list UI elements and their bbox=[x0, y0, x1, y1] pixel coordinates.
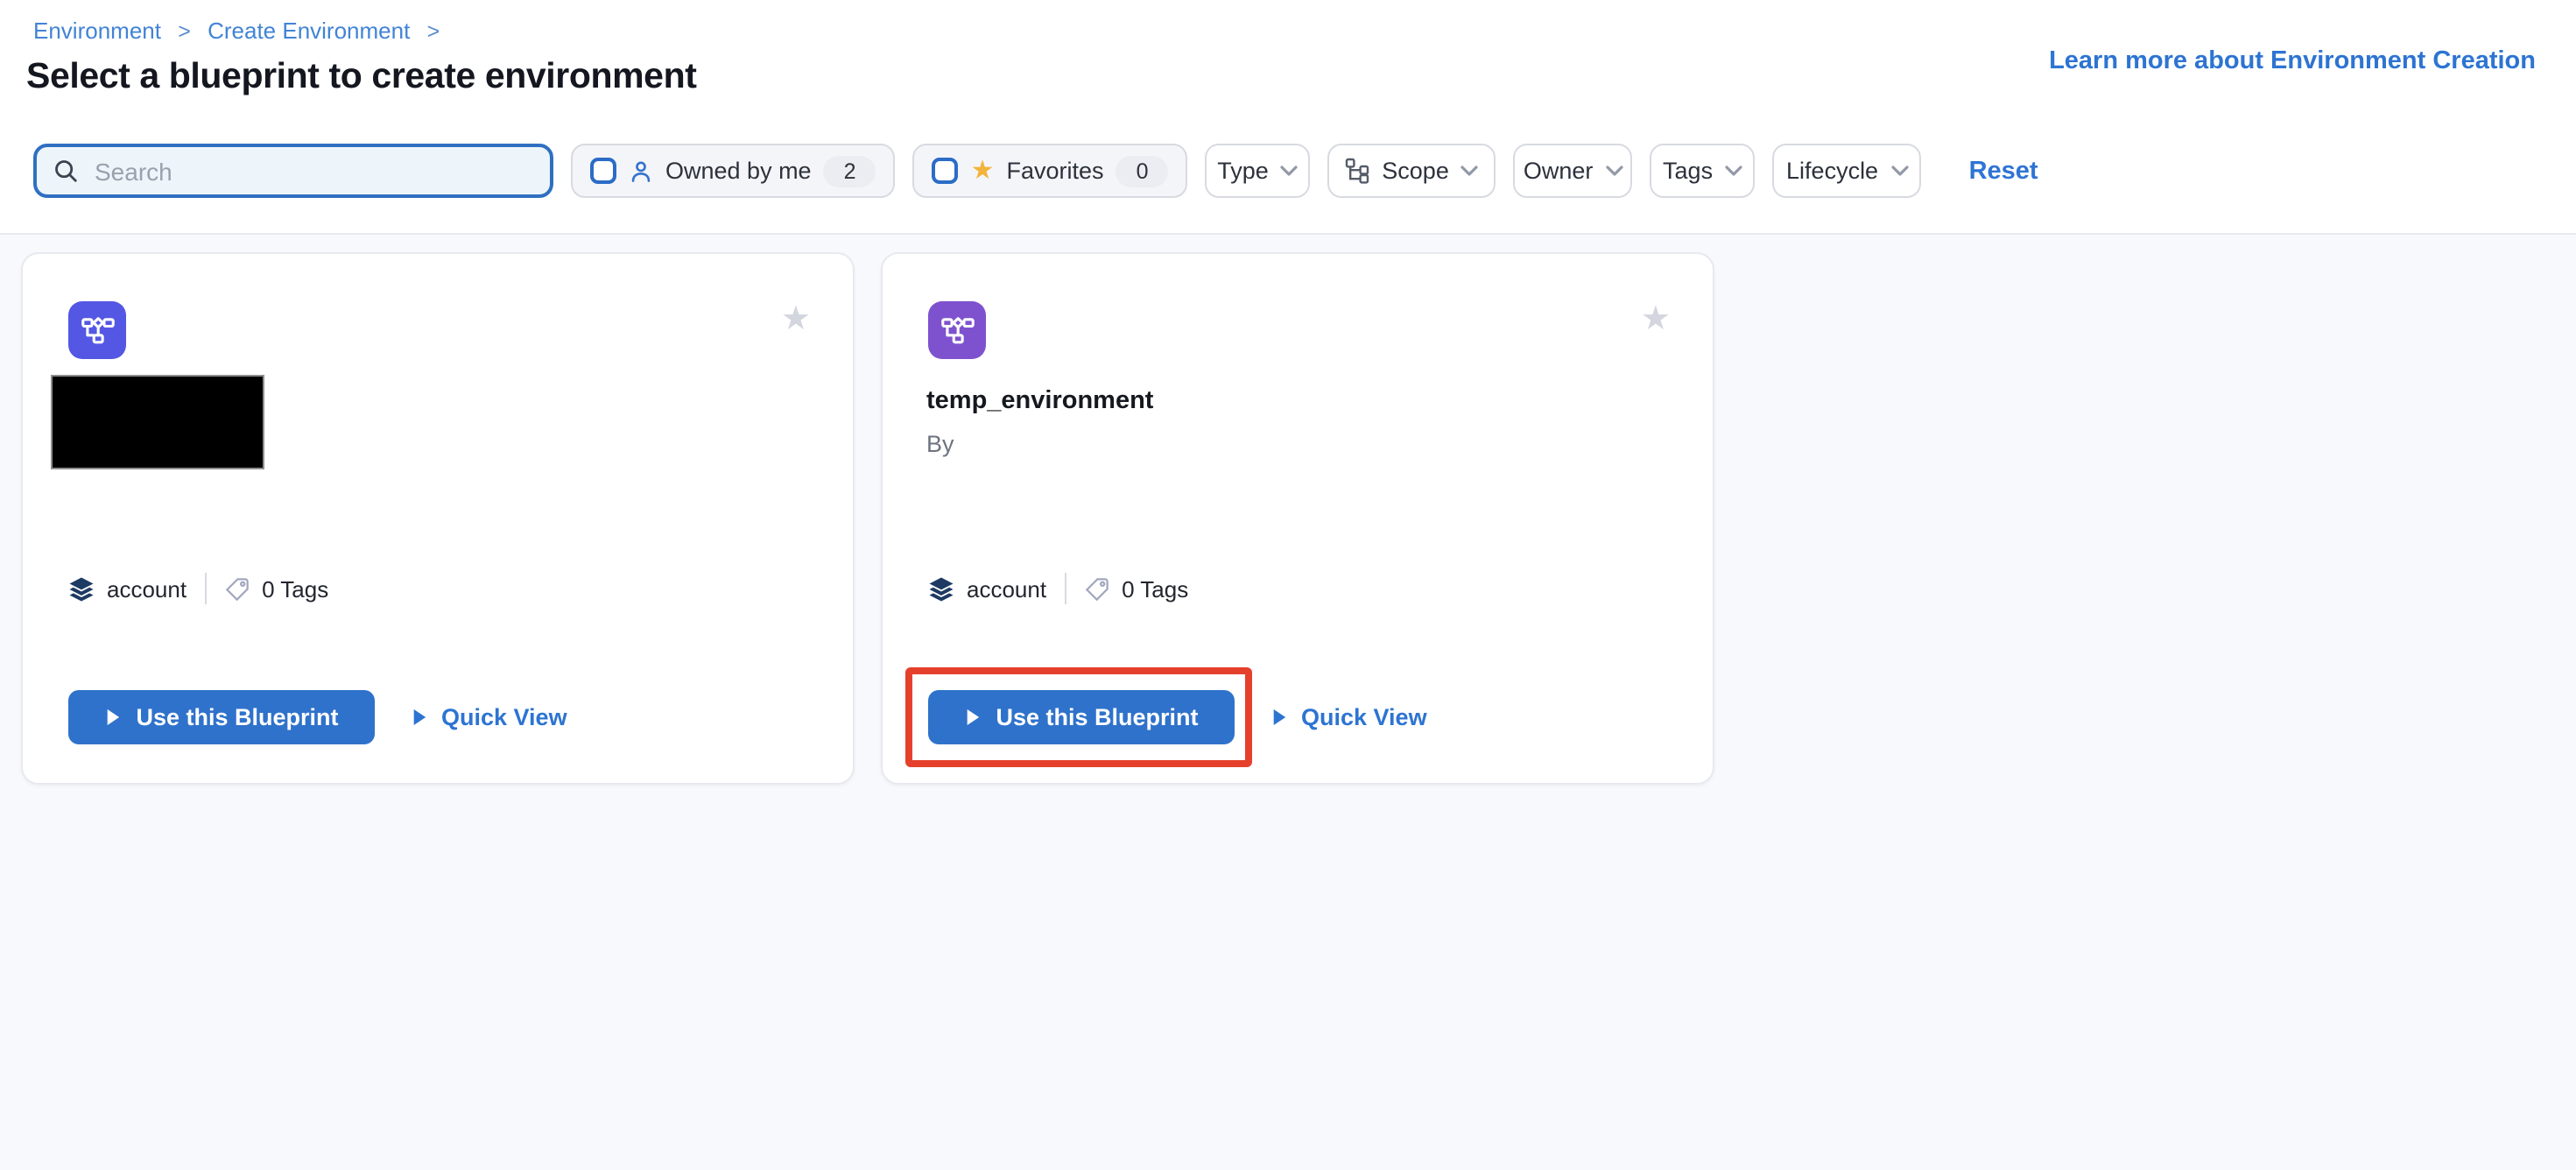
blueprint-name: temp_environment bbox=[926, 387, 1153, 415]
tags-dropdown[interactable]: Tags bbox=[1650, 144, 1756, 198]
favorite-toggle-icon[interactable]: ★ bbox=[1641, 303, 1671, 336]
card-meta-row: account 0 Tags bbox=[68, 573, 328, 604]
play-icon bbox=[1271, 708, 1287, 727]
owned-by-me-checkbox[interactable] bbox=[590, 158, 616, 184]
owned-by-me-count-badge: 2 bbox=[824, 155, 876, 187]
search-input[interactable] bbox=[91, 155, 534, 187]
quick-view-label: Quick View bbox=[1301, 704, 1427, 730]
quick-view-label: Quick View bbox=[441, 704, 567, 730]
use-this-blueprint-label: Use this Blueprint bbox=[136, 704, 338, 730]
play-icon bbox=[412, 708, 427, 727]
breadcrumb-environment[interactable]: Environment bbox=[33, 18, 161, 44]
card-meta-row: account 0 Tags bbox=[928, 573, 1188, 604]
type-dropdown-label: Type bbox=[1217, 158, 1269, 184]
favorite-toggle-icon[interactable]: ★ bbox=[781, 303, 811, 336]
card-actions: Use this Blueprint Quick View bbox=[928, 690, 1427, 744]
scope-dropdown[interactable]: Scope bbox=[1328, 144, 1496, 198]
lifecycle-dropdown-label: Lifecycle bbox=[1786, 158, 1878, 184]
blueprint-card: ★ account 0 Tags Use this Blueprint bbox=[21, 252, 855, 785]
meta-divider bbox=[204, 573, 206, 604]
favorites-filter[interactable]: ★ Favorites 0 bbox=[913, 144, 1188, 198]
layers-account-icon bbox=[68, 575, 95, 602]
play-icon bbox=[104, 708, 120, 727]
search-icon bbox=[53, 158, 79, 184]
hierarchy-icon bbox=[1345, 158, 1369, 184]
filter-bar: Owned by me 2 ★ Favorites 0 Type Scope bbox=[33, 144, 2038, 198]
layers-account-icon bbox=[928, 575, 954, 602]
meta-divider bbox=[1064, 573, 1066, 604]
tag-icon bbox=[1083, 575, 1109, 602]
person-icon bbox=[629, 159, 653, 183]
blueprint-author: By bbox=[926, 431, 954, 457]
favorites-checkbox[interactable] bbox=[933, 158, 959, 184]
owner-dropdown[interactable]: Owner bbox=[1514, 144, 1633, 198]
chevron-down-icon bbox=[1605, 165, 1622, 177]
favorite-star-icon: ★ bbox=[971, 158, 995, 184]
tags-count-label: 0 Tags bbox=[262, 575, 328, 602]
favorites-label: Favorites bbox=[1007, 158, 1104, 184]
redacted-blueprint-name bbox=[51, 375, 264, 469]
blueprint-icon bbox=[68, 301, 126, 359]
blueprint-icon bbox=[928, 301, 986, 359]
type-dropdown[interactable]: Type bbox=[1206, 144, 1311, 198]
chevron-down-icon bbox=[1281, 165, 1299, 177]
chevron-down-icon bbox=[1725, 165, 1742, 177]
breadcrumb-separator-icon: > bbox=[178, 19, 191, 44]
page-title: Select a blueprint to create environment bbox=[26, 56, 697, 98]
scope-dropdown-label: Scope bbox=[1382, 158, 1449, 184]
learn-more-link[interactable]: Learn more about Environment Creation bbox=[2049, 47, 2536, 75]
quick-view-link[interactable]: Quick View bbox=[1271, 704, 1427, 730]
breadcrumb-separator-icon: > bbox=[427, 19, 440, 44]
lifecycle-dropdown[interactable]: Lifecycle bbox=[1773, 144, 1922, 198]
breadcrumb: Environment > Create Environment > bbox=[33, 18, 450, 46]
play-icon bbox=[964, 708, 980, 727]
breadcrumb-create-environment[interactable]: Create Environment bbox=[208, 18, 410, 44]
blueprint-card: ★ temp_environment By account 0 Tags bbox=[881, 252, 1714, 785]
use-this-blueprint-button[interactable]: Use this Blueprint bbox=[928, 690, 1235, 744]
card-actions: Use this Blueprint Quick View bbox=[68, 690, 567, 744]
page-header: Environment > Create Environment > Selec… bbox=[0, 0, 2576, 235]
search-box[interactable] bbox=[33, 144, 553, 198]
tags-dropdown-label: Tags bbox=[1663, 158, 1713, 184]
quick-view-link[interactable]: Quick View bbox=[412, 704, 567, 730]
favorites-count-badge: 0 bbox=[1116, 155, 1169, 187]
use-this-blueprint-label: Use this Blueprint bbox=[996, 704, 1198, 730]
tags-count-label: 0 Tags bbox=[1122, 575, 1188, 602]
scope-label: account bbox=[967, 575, 1046, 602]
owned-by-me-filter[interactable]: Owned by me 2 bbox=[571, 144, 896, 198]
owner-dropdown-label: Owner bbox=[1524, 158, 1594, 184]
owned-by-me-label: Owned by me bbox=[665, 158, 812, 184]
use-this-blueprint-button[interactable]: Use this Blueprint bbox=[68, 690, 375, 744]
tag-icon bbox=[223, 575, 250, 602]
scope-label: account bbox=[107, 575, 187, 602]
blueprint-grid: ★ account 0 Tags Use this Blueprint bbox=[0, 235, 2576, 1170]
reset-filters-button[interactable]: Reset bbox=[1969, 157, 2038, 185]
chevron-down-icon bbox=[1461, 165, 1479, 177]
chevron-down-icon bbox=[1890, 165, 1908, 177]
environment-create-page: Environment > Create Environment > Selec… bbox=[0, 0, 2576, 1170]
